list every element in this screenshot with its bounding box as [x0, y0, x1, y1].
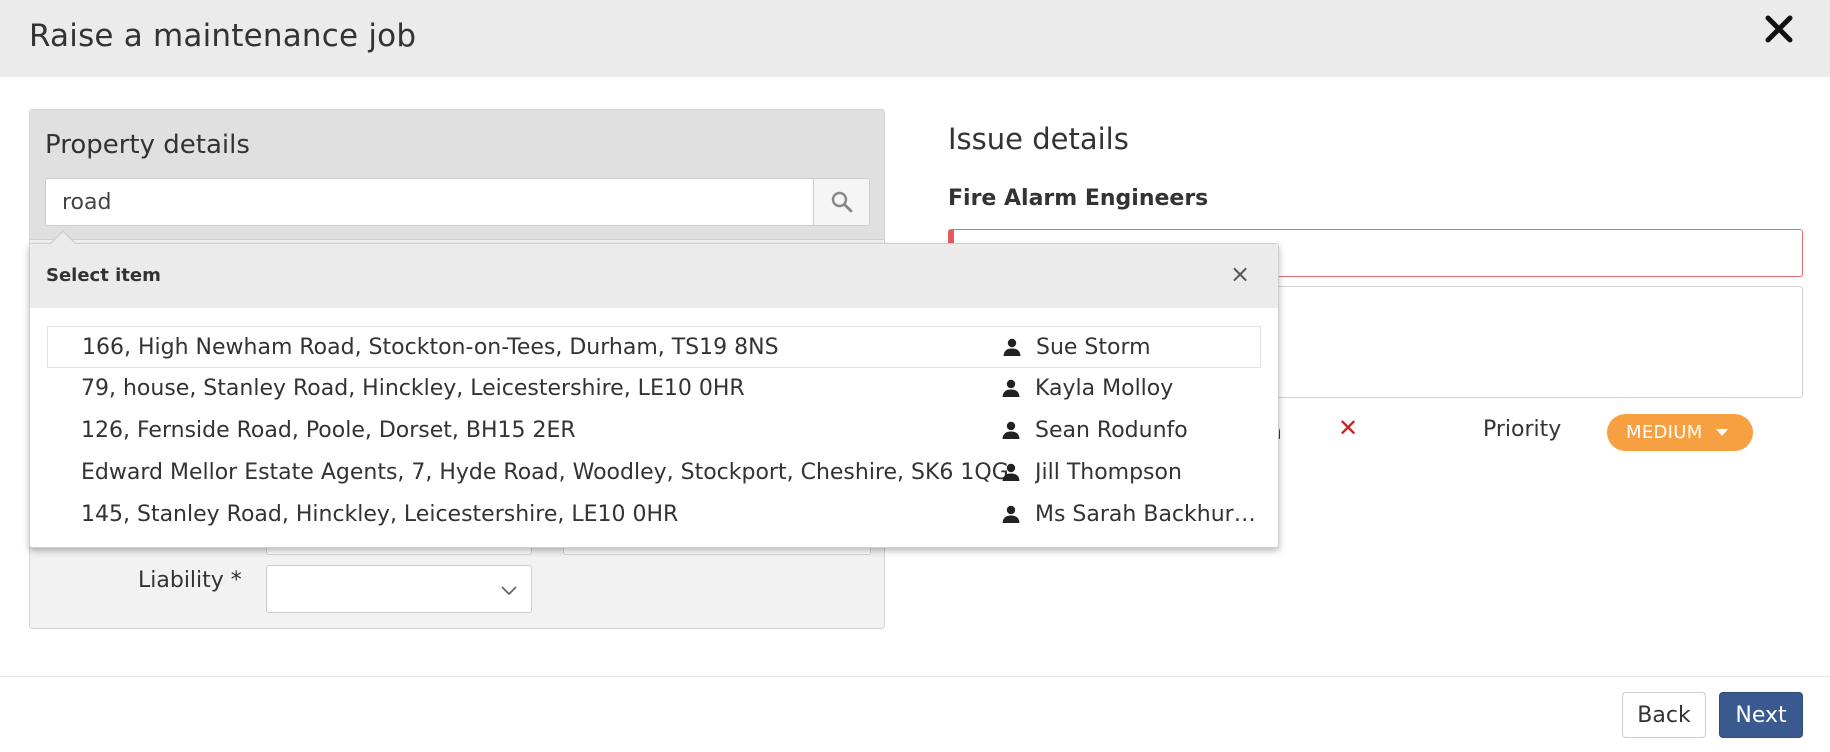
search-icon [831, 191, 852, 213]
list-item-contact: Sue Storm [1036, 335, 1151, 360]
property-search-input[interactable] [46, 179, 813, 225]
list-item[interactable]: 79, house, Stanley Road, Hinckley, Leice… [47, 368, 1261, 410]
list-item[interactable]: Edward Mellor Estate Agents, 7, Hyde Roa… [47, 452, 1261, 494]
user-icon [1002, 463, 1020, 481]
next-button[interactable]: Next [1719, 692, 1803, 738]
user-icon [1003, 338, 1021, 356]
caret-down-icon [1716, 429, 1728, 436]
list-item[interactable]: 126, Fernside Road, Poole, Dorset, BH15 … [47, 410, 1261, 452]
property-details-header: Property details [30, 110, 884, 240]
priority-label: Priority [1483, 417, 1562, 442]
list-item-contact: Jill Thompson [1035, 460, 1182, 485]
priority-dropdown-button[interactable]: MEDIUM [1607, 414, 1753, 451]
liability-select[interactable] [266, 565, 532, 613]
search-button[interactable] [813, 179, 869, 225]
back-button[interactable]: Back [1622, 692, 1706, 738]
list-item-address: 126, Fernside Road, Poole, Dorset, BH15 … [81, 418, 576, 443]
list-item-contact: Sean Rodunfo [1035, 418, 1188, 443]
priority-value: MEDIUM [1626, 422, 1703, 443]
dropdown-close-icon[interactable]: × [1230, 260, 1250, 288]
list-item-contact: Kayla Molloy [1035, 376, 1174, 401]
dropdown-header: Select item × [30, 244, 1278, 308]
close-icon[interactable] [1762, 12, 1796, 46]
footer-divider [0, 676, 1830, 677]
user-icon [1002, 505, 1020, 523]
category-label: Fire Alarm Engineers [948, 186, 1209, 211]
property-search [45, 178, 870, 226]
list-item-address: 166, High Newham Road, Stockton-on-Tees,… [82, 335, 779, 360]
list-item-address: 145, Stanley Road, Hinckley, Leicestersh… [81, 502, 679, 527]
property-details-title: Property details [45, 130, 250, 160]
property-results-list: 166, High Newham Road, Stockton-on-Tees,… [47, 326, 1261, 536]
user-icon [1002, 379, 1020, 397]
issue-details-title: Issue details [948, 122, 1129, 156]
chevron-down-icon [501, 586, 517, 596]
list-item[interactable]: 166, High Newham Road, Stockton-on-Tees,… [47, 326, 1261, 368]
list-item[interactable]: 145, Stanley Road, Hinckley, Leicestersh… [47, 494, 1261, 536]
list-item-address: Edward Mellor Estate Agents, 7, Hyde Roa… [81, 460, 1009, 485]
liability-label: Liability * [138, 568, 242, 593]
list-item-contact: Ms Sarah Backhurst & ... [1035, 502, 1260, 527]
remove-icon[interactable]: ✕ [1338, 414, 1358, 442]
user-icon [1002, 421, 1020, 439]
modal-header: Raise a maintenance job [0, 0, 1830, 77]
select-item-dropdown: Select item × 166, High Newham Road, Sto… [29, 230, 1279, 548]
dropdown-title: Select item [46, 265, 161, 286]
modal-title: Raise a maintenance job [29, 18, 417, 54]
list-item-address: 79, house, Stanley Road, Hinckley, Leice… [81, 376, 745, 401]
